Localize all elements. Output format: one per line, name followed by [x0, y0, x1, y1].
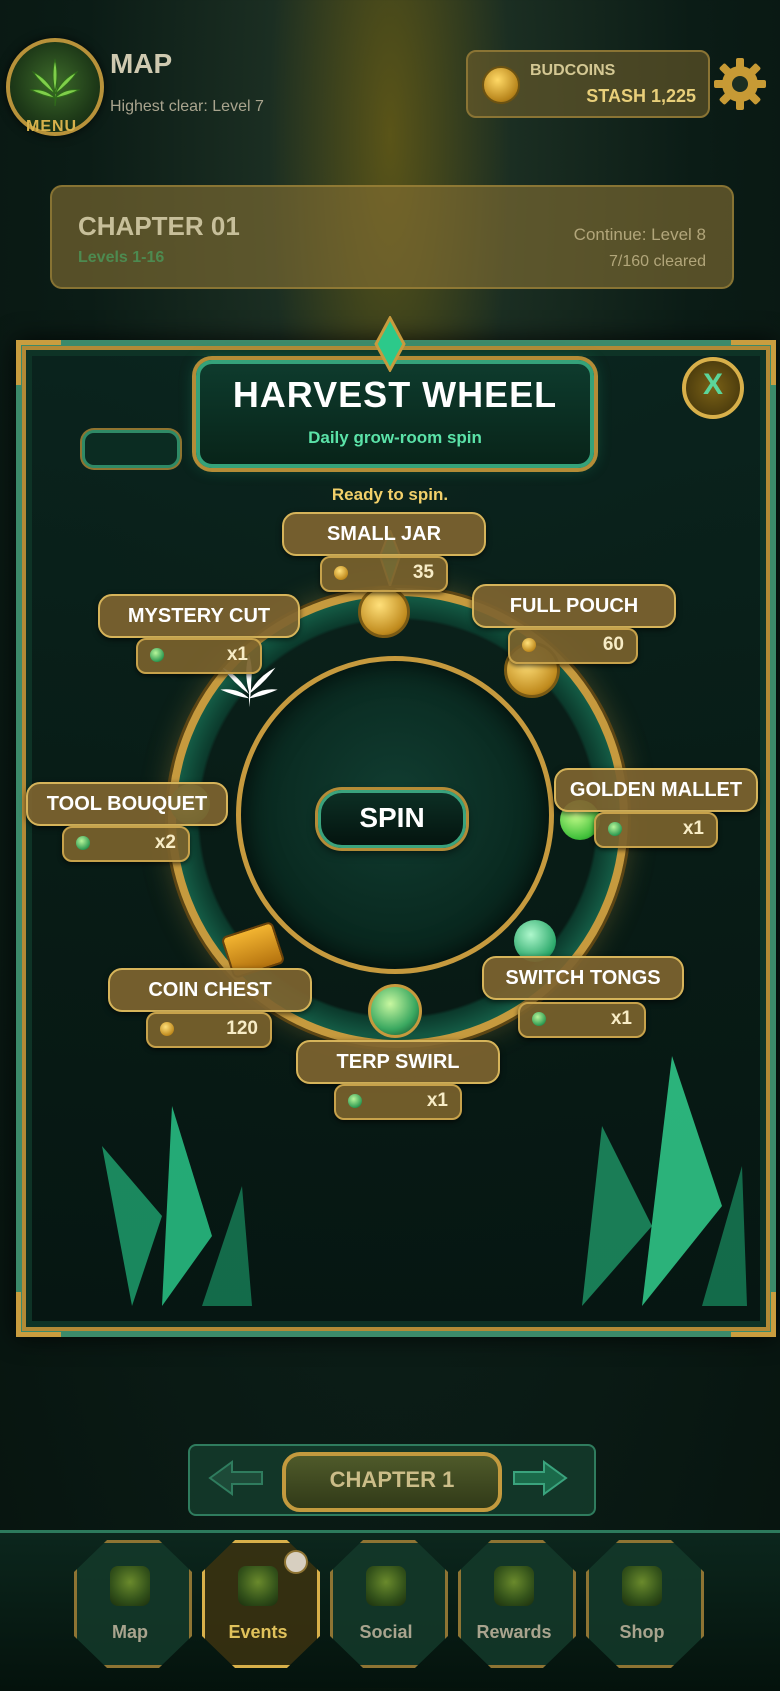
chapter-title: CHAPTER 01	[78, 211, 240, 241]
reward-quantity: x1	[594, 812, 718, 848]
tab-map[interactable]: Map	[74, 1540, 192, 1668]
chapter-card[interactable]: CHAPTER 01 Levels 1-16 Continue: Level 8…	[50, 185, 734, 289]
coin-icon	[334, 566, 348, 580]
arrow-right-icon[interactable]	[510, 1458, 570, 1498]
map-icon	[110, 1566, 150, 1606]
coin-icon	[358, 586, 410, 638]
tab-social[interactable]: Social	[330, 1540, 448, 1668]
frame-corner	[16, 1292, 61, 1337]
reward-quantity: x2	[62, 826, 190, 862]
tab-rewards[interactable]: Rewards	[458, 1540, 576, 1668]
reward-name: COIN CHEST	[108, 968, 312, 1012]
close-button[interactable]: X	[682, 357, 744, 419]
modal-subtitle: Daily grow-room spin	[308, 428, 482, 447]
reward-quantity: 35	[320, 556, 448, 592]
cleared-count: 7/160 cleared	[609, 253, 706, 270]
side-plaque	[82, 430, 180, 468]
reward-name: MYSTERY CUT	[98, 594, 300, 638]
tab-label: Map	[112, 1622, 148, 1642]
bouquet-icon	[76, 836, 90, 850]
leaf-icon	[150, 648, 164, 662]
tab-label: Shop	[619, 1622, 665, 1642]
gear-icon	[714, 58, 766, 110]
tab-label: Social	[359, 1622, 413, 1642]
tongs-icon	[532, 1012, 546, 1026]
swirl-icon	[348, 1094, 362, 1108]
coin-icon	[160, 1022, 174, 1036]
cannabis-leaf-icon	[29, 58, 81, 107]
crystal-cluster-left	[102, 1106, 252, 1306]
title-plate: HARVEST WHEEL Daily grow-room spin	[196, 360, 594, 468]
swirl-icon	[368, 984, 422, 1038]
tab-label: Rewards	[476, 1622, 552, 1642]
reward-name: TERP SWIRL	[296, 1040, 500, 1084]
tab-label: Events	[228, 1622, 288, 1642]
rewards-icon	[494, 1566, 534, 1606]
reward-name: SMALL JAR	[282, 512, 486, 556]
continue-level: Continue: Level 8	[573, 225, 706, 244]
reward-name: FULL POUCH	[472, 584, 676, 628]
crystal-cluster-right	[582, 1056, 747, 1306]
reward-quantity: x1	[136, 638, 262, 674]
mallet-icon	[608, 822, 622, 836]
reward-quantity: x1	[334, 1084, 462, 1120]
reward-name: GOLDEN MALLET	[554, 768, 758, 812]
chapter-label: CHAPTER 1	[329, 1467, 455, 1492]
budcoin-icon	[482, 66, 520, 104]
reward-quantity: 120	[146, 1012, 272, 1048]
reward-name: SWITCH TONGS	[482, 956, 684, 1000]
events-icon	[238, 1566, 278, 1606]
spin-button[interactable]: SPIN	[318, 790, 466, 848]
spin-status: Ready to spin.	[331, 485, 449, 504]
settings-button[interactable]	[712, 56, 768, 112]
currency-label: BUDCOINS	[530, 62, 616, 79]
social-icon	[366, 1566, 406, 1606]
close-icon: X	[702, 368, 723, 401]
stash-amount: STASH 1,225	[586, 86, 696, 106]
chapter-levels: Levels 1-16	[78, 249, 165, 266]
coin-icon	[522, 638, 536, 652]
page-title: MAP	[110, 48, 173, 79]
highest-clear-text: Highest clear: Level 7	[110, 98, 264, 115]
currency-panel[interactable]: BUDCOINS STASH 1,225	[466, 50, 710, 118]
reward-quantity: 60	[508, 628, 638, 664]
emerald-crest-icon	[374, 316, 406, 372]
spin-label: SPIN	[359, 802, 425, 833]
modal-title: HARVEST WHEEL	[232, 374, 558, 415]
reward-name: TOOL BOUQUET	[26, 782, 228, 826]
reward-quantity: x1	[518, 1002, 646, 1038]
frame-corner	[16, 340, 61, 385]
shop-icon	[622, 1566, 662, 1606]
arrow-left-icon[interactable]	[206, 1458, 266, 1498]
tab-shop[interactable]: Shop	[586, 1540, 704, 1668]
menu-label: MENU	[26, 118, 78, 135]
chapter-button[interactable]: CHAPTER 1	[282, 1452, 502, 1512]
notification-dot	[284, 1550, 308, 1574]
